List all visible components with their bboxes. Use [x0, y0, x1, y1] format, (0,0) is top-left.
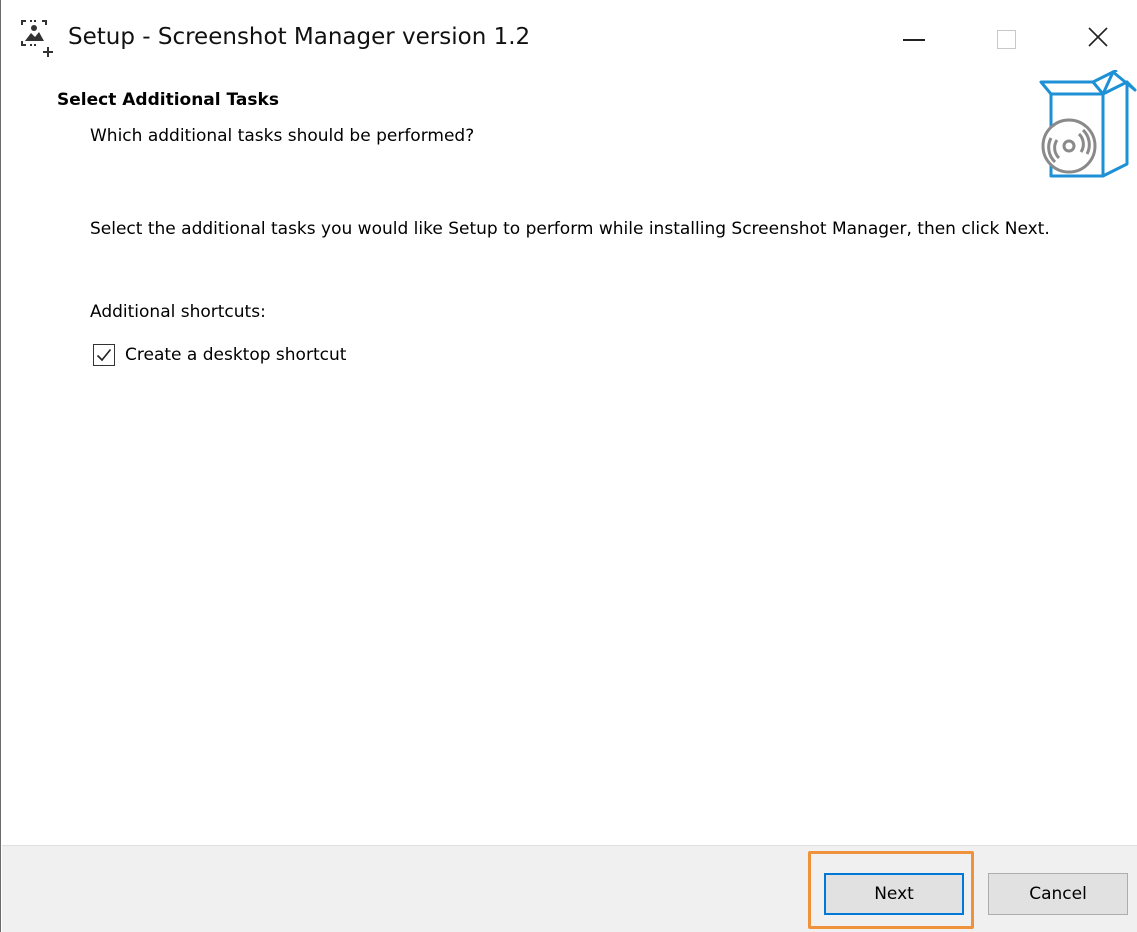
- minimize-icon: [903, 39, 925, 41]
- window-title: Setup - Screenshot Manager version 1.2: [68, 24, 531, 50]
- close-button[interactable]: [1052, 0, 1137, 78]
- setup-window: Setup - Screenshot Manager version 1.2 S…: [0, 0, 1137, 932]
- cancel-button[interactable]: Cancel: [988, 873, 1128, 915]
- button-bar: Next Cancel: [2, 845, 1137, 932]
- install-box-icon: [1031, 68, 1137, 182]
- shortcuts-group-label: Additional shortcuts:: [90, 302, 266, 322]
- checkmark-icon: [96, 348, 112, 362]
- next-button[interactable]: Next: [824, 873, 964, 915]
- desktop-shortcut-label[interactable]: Create a desktop shortcut: [125, 345, 346, 365]
- minimize-button[interactable]: [868, 0, 960, 78]
- page-title: Select Additional Tasks: [57, 90, 279, 110]
- desktop-shortcut-option[interactable]: Create a desktop shortcut: [93, 344, 346, 366]
- app-icon: [18, 17, 60, 59]
- page-subtitle: Which additional tasks should be perform…: [90, 126, 475, 146]
- title-bar[interactable]: Setup - Screenshot Manager version 1.2: [2, 0, 1137, 78]
- close-icon: [1087, 26, 1109, 52]
- maximize-button[interactable]: [960, 0, 1052, 78]
- maximize-icon: [996, 29, 1016, 49]
- desktop-shortcut-checkbox[interactable]: [93, 344, 115, 366]
- intro-text: Select the additional tasks you would li…: [90, 219, 1050, 239]
